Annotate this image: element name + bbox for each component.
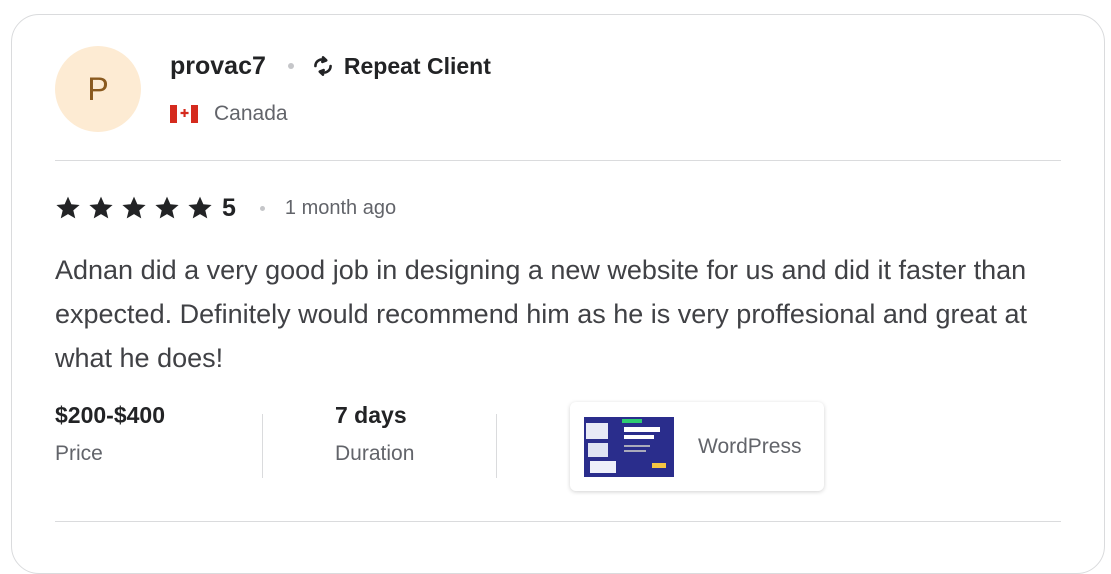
avatar-initial: P <box>87 70 109 107</box>
gig-link-card[interactable]: WordPress <box>570 402 824 491</box>
star-icon <box>56 196 80 219</box>
country-name: Canada <box>214 102 288 125</box>
rating-stars <box>55 195 220 221</box>
price-value: $200-$400 <box>55 402 165 428</box>
rating-row: 5 1 month ago <box>55 192 396 224</box>
stat-divider <box>496 414 497 478</box>
gig-name: WordPress <box>698 434 802 458</box>
reviewer-username[interactable]: provac7 <box>170 52 266 81</box>
header-divider <box>55 160 1061 161</box>
star-icon <box>122 196 146 219</box>
star-icon <box>89 196 113 219</box>
review-time-ago: 1 month ago <box>284 196 397 219</box>
star-icon <box>155 196 179 219</box>
duration-value: 7 days <box>335 402 407 428</box>
star-icon <box>188 196 212 219</box>
reviewer-country: ✚ Canada <box>170 100 288 128</box>
duration-stat: 7 days Duration <box>335 402 414 466</box>
reviewer-header: provac7 Repeat Client <box>170 50 491 82</box>
separator-dot <box>259 205 265 211</box>
price-label: Price <box>55 442 103 465</box>
review-text: Adnan did a very good job in designing a… <box>55 255 1028 373</box>
footer-divider <box>55 521 1061 522</box>
repeat-client-badge: Repeat Client <box>343 52 491 79</box>
avatar[interactable]: P <box>55 46 141 132</box>
canada-flag-icon: ✚ <box>170 105 198 123</box>
repeat-icon <box>314 56 332 76</box>
separator-dot <box>287 63 294 69</box>
rating-value: 5 <box>222 193 236 222</box>
duration-label: Duration <box>335 442 415 465</box>
price-stat: $200-$400 Price <box>55 402 165 466</box>
gig-thumbnail <box>584 416 674 477</box>
stat-divider <box>262 414 263 478</box>
